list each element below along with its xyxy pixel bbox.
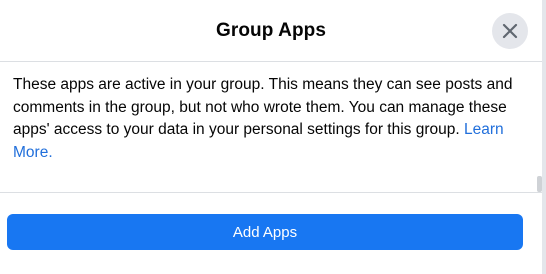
footer-divider [0,192,542,193]
dialog-title: Group Apps [215,19,327,41]
dialog-description: These apps are active in your group. Thi… [13,74,529,164]
close-icon [502,23,518,39]
add-apps-button[interactable]: Add Apps [7,214,523,250]
scrollbar-track [542,0,546,274]
close-button[interactable] [492,13,528,49]
description-text: These apps are active in your group. Thi… [13,76,513,138]
dialog-header: Group Apps [0,0,542,62]
group-apps-dialog: Group Apps These apps are active in your… [0,0,546,274]
